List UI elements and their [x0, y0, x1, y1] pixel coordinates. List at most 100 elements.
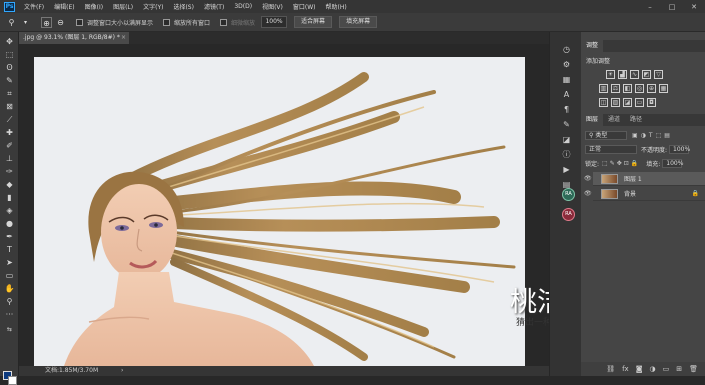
menu-type[interactable]: 文字(Y)	[143, 2, 163, 11]
layer-filter-dropdown[interactable]: ⚲ 类型	[585, 130, 627, 140]
menu-edit[interactable]: 编辑(E)	[54, 2, 74, 11]
document-tab[interactable]: .jpg @ 93.1% (图层 1, RGB/8#) * ×	[19, 32, 129, 44]
dodge-tool-icon[interactable]: ●	[3, 218, 16, 229]
checkbox-box[interactable]	[76, 18, 83, 26]
lasso-tool-icon[interactable]: ʘ	[3, 62, 16, 73]
actions-panel-icon[interactable]: ▶	[561, 164, 572, 175]
close-tab-icon[interactable]: ×	[121, 32, 126, 44]
levels-icon[interactable]: ▟	[618, 70, 627, 79]
blur-tool-icon[interactable]: ◈	[3, 205, 16, 216]
selective-color-icon[interactable]: ◘	[647, 98, 656, 107]
photo-filter-icon[interactable]: ◎	[635, 84, 644, 93]
menu-view[interactable]: 视图(V)	[262, 2, 283, 11]
zoom-tool-icon[interactable]: ⚲	[3, 296, 16, 307]
zoom-value-field[interactable]: 100%	[261, 16, 288, 28]
lock-icons[interactable]: ⬚✎✥⊡🔒	[602, 160, 640, 167]
swatches-panel-icon[interactable]: ▦	[561, 74, 572, 85]
history-panel-icon[interactable]: ◷	[561, 44, 572, 55]
exposure-icon[interactable]: ◩	[642, 70, 651, 79]
layer-row[interactable]: 👁 背景 🔒	[584, 187, 705, 201]
resize-windows-checkbox[interactable]: 调整窗口大小以满屏显示	[76, 18, 153, 27]
adjustment-layer-icon[interactable]: ◑	[650, 365, 656, 373]
rectangle-tool-icon[interactable]: ▭	[3, 270, 16, 281]
healing-brush-icon[interactable]: ✚	[3, 127, 16, 138]
info-panel-icon[interactable]: ⓘ	[561, 149, 572, 160]
tab-layers[interactable]: 图层	[581, 114, 604, 126]
path-select-icon[interactable]: ➤	[3, 257, 16, 268]
fit-screen-button[interactable]: 适合屏幕	[294, 16, 333, 28]
trash-icon[interactable]: 🗑	[689, 365, 698, 373]
zoom-all-checkbox[interactable]: 缩放所有窗口	[163, 18, 210, 27]
channel-mixer-icon[interactable]: ⊕	[647, 84, 656, 93]
zoom-out-icon[interactable]: ⊖	[55, 17, 66, 28]
document-canvas[interactable]	[34, 57, 525, 366]
opacity-input[interactable]: 100%	[669, 144, 690, 154]
invert-icon[interactable]: ◫	[599, 98, 608, 107]
background-color-swatch[interactable]	[8, 376, 17, 385]
scrubby-zoom-checkbox[interactable]: 细微缩放	[220, 18, 255, 27]
tab-paths[interactable]: 路径	[625, 114, 647, 126]
menu-help[interactable]: 帮助(H)	[326, 2, 347, 11]
posterize-icon[interactable]: ▨	[611, 98, 620, 107]
menu-file[interactable]: 文件(F)	[24, 2, 44, 11]
menu-window[interactable]: 窗口(W)	[293, 2, 316, 11]
fill-input[interactable]: 100%	[662, 158, 683, 168]
zoom-tool-icon[interactable]: ⚲	[6, 17, 17, 28]
marquee-tool-icon[interactable]: ⬚	[3, 49, 16, 60]
pen-tool-icon[interactable]: ✒	[3, 231, 16, 242]
menu-select[interactable]: 选择(S)	[173, 2, 194, 11]
tab-channels[interactable]: 通道	[603, 114, 625, 126]
color-balance-icon[interactable]: ⚖	[611, 84, 620, 93]
hue-saturation-icon[interactable]: ▥	[599, 84, 608, 93]
type-tool-icon[interactable]: T	[3, 244, 16, 255]
more-tools-icon[interactable]: ···	[3, 309, 16, 320]
brush-tool-icon[interactable]: ✐	[3, 140, 16, 151]
history-brush-icon[interactable]: ✑	[3, 166, 16, 177]
color-lookup-icon[interactable]: ▦	[659, 84, 668, 93]
character-panel-icon[interactable]: A	[561, 89, 572, 100]
menu-image[interactable]: 图像(I)	[85, 2, 103, 11]
checkbox-box[interactable]	[220, 18, 228, 26]
quick-select-tool-icon[interactable]: ✎	[3, 75, 16, 86]
layer-row[interactable]: 👁 图层 1	[584, 172, 705, 186]
threshold-icon[interactable]: ◪	[623, 98, 632, 107]
clone-stamp-icon[interactable]: ⊥	[3, 153, 16, 164]
crop-tool-icon[interactable]: ⌗	[3, 88, 16, 99]
vibrance-icon[interactable]: ▽	[654, 70, 663, 79]
zoom-in-icon[interactable]: ⊕	[41, 16, 52, 28]
black-white-icon[interactable]: ◧	[623, 84, 632, 93]
brightness-icon[interactable]: ☀	[606, 70, 615, 79]
layer-mask-icon[interactable]: ◙	[636, 365, 643, 373]
layer-filter-icons[interactable]: ▣◑T⬚▤	[632, 132, 673, 139]
menu-layer[interactable]: 图层(L)	[113, 2, 133, 11]
new-group-icon[interactable]: ▭	[663, 365, 670, 373]
menu-filter[interactable]: 滤镜(T)	[204, 2, 224, 11]
ra-plugin-icon[interactable]: RA	[562, 208, 575, 221]
properties-panel-icon[interactable]: ⚙	[561, 59, 572, 70]
curves-icon[interactable]: ∿	[630, 70, 639, 79]
chevron-right-icon[interactable]: ›	[121, 366, 123, 376]
chevron-down-icon[interactable]: ▾	[20, 17, 31, 28]
layer-style-icon[interactable]: fx	[622, 365, 629, 373]
eye-icon[interactable]: 👁	[584, 175, 593, 182]
layer-name[interactable]: 图层 1	[624, 174, 642, 183]
layer-name[interactable]: 背景	[624, 189, 636, 198]
checkbox-box[interactable]	[163, 18, 171, 26]
hand-tool-icon[interactable]: ✋	[3, 283, 16, 294]
brush-panel-icon[interactable]: ✎	[561, 119, 572, 130]
blend-mode-dropdown[interactable]: 正常	[585, 144, 637, 154]
new-layer-icon[interactable]: ⊞	[676, 365, 682, 373]
paragraph-panel-icon[interactable]: ¶	[561, 104, 572, 115]
link-layers-icon[interactable]: ⛓	[606, 365, 615, 373]
tab-adjustments[interactable]: 调整	[581, 40, 604, 52]
eraser-tool-icon[interactable]: ◆	[3, 179, 16, 190]
eyedropper-tool-icon[interactable]: ⟋	[3, 114, 16, 125]
styles-panel-icon[interactable]: ◪	[561, 134, 572, 145]
ra-plugin-icon[interactable]: RA	[562, 188, 575, 201]
maximize-button[interactable]: □	[662, 0, 682, 13]
gradient-map-icon[interactable]: ▭	[635, 98, 644, 107]
frame-tool-icon[interactable]: ⊠	[3, 101, 16, 112]
gradient-tool-icon[interactable]: ▮	[3, 192, 16, 203]
fill-screen-button[interactable]: 填充屏幕	[339, 16, 378, 28]
swap-colors-icon[interactable]: ⇆	[3, 324, 16, 335]
